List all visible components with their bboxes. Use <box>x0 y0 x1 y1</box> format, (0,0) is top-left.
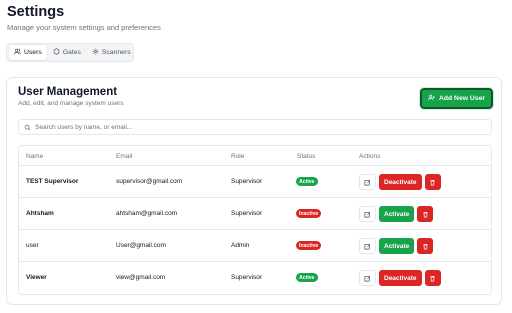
column-header-email: Email <box>116 153 133 160</box>
trash-icon <box>422 237 429 255</box>
table-header: Name Email Role Status Actions <box>19 146 491 166</box>
page-title: Settings <box>7 4 65 20</box>
edit-icon <box>364 173 371 191</box>
activate-button[interactable]: Activate <box>379 206 415 222</box>
edit-button[interactable] <box>359 174 376 190</box>
tab-gates-label: Gates <box>62 49 81 56</box>
page-subtitle: Manage your system settings and preferen… <box>7 23 161 32</box>
column-header-status: Status <box>297 153 316 160</box>
delete-button[interactable] <box>417 237 434 255</box>
row-actions: Activate <box>359 237 434 255</box>
user-email: supervisor@gmail.com <box>116 178 183 185</box>
tab-users[interactable]: Users <box>9 45 47 60</box>
delete-button[interactable] <box>424 269 441 287</box>
user-name: Viewer <box>26 274 47 281</box>
search-input[interactable] <box>35 123 475 131</box>
delete-button[interactable] <box>424 173 441 191</box>
user-email: User@gmail.com <box>116 242 166 249</box>
users-table: Name Email Role Status Actions TEST Supe… <box>18 145 492 295</box>
user-name: Ahtsham <box>26 210 54 217</box>
add-new-user-label: Add New User <box>438 95 486 102</box>
user-role: Supervisor <box>231 274 263 281</box>
table-row: Viewer view@gmail.com Supervisor Active … <box>19 262 491 294</box>
delete-button[interactable] <box>417 205 434 223</box>
row-actions: Activate <box>359 205 434 223</box>
tab-gates[interactable]: Gates <box>48 45 86 60</box>
search-icon <box>24 118 31 136</box>
user-role: Supervisor <box>231 210 263 217</box>
users-icon <box>14 48 21 57</box>
add-new-user-button[interactable]: Add New User <box>419 87 494 110</box>
row-actions: Deactivate <box>359 174 441 190</box>
tab-scanners-label: Scanners <box>101 49 131 56</box>
status-badge: Active <box>296 273 318 282</box>
trash-icon <box>422 205 429 223</box>
edit-icon <box>364 237 371 255</box>
gate-icon <box>53 48 60 57</box>
deactivate-button[interactable]: Deactivate <box>379 174 422 190</box>
edit-button[interactable] <box>359 270 376 286</box>
user-management-card: User Management Add, edit, and manage sy… <box>6 77 502 305</box>
user-plus-icon <box>428 94 435 103</box>
search-box <box>18 119 492 135</box>
edit-button[interactable] <box>359 206 376 222</box>
edit-icon <box>364 205 371 223</box>
user-name: user <box>26 242 39 249</box>
table-row: Ahtsham ahtsham@gmail.com Supervisor Ina… <box>19 198 491 230</box>
user-role: Supervisor <box>231 178 263 185</box>
table-row: TEST Supervisor supervisor@gmail.com Sup… <box>19 166 491 198</box>
table-row: user User@gmail.com Admin Inactive Activ… <box>19 230 491 262</box>
deactivate-button[interactable]: Deactivate <box>379 270 422 286</box>
tab-users-label: Users <box>24 49 42 56</box>
card-subtitle: Add, edit, and manage system users <box>18 100 124 107</box>
column-header-name: Name <box>26 153 44 160</box>
edit-icon <box>364 269 371 287</box>
activate-button[interactable]: Activate <box>379 238 415 254</box>
status-badge: Inactive <box>296 209 322 218</box>
column-header-role: Role <box>231 153 245 160</box>
column-header-actions: Actions <box>359 153 381 160</box>
user-role: Admin <box>231 242 250 249</box>
card-title: User Management <box>18 86 118 98</box>
row-actions: Deactivate <box>359 270 441 286</box>
status-badge: Inactive <box>296 241 322 250</box>
status-badge: Active <box>296 177 318 186</box>
edit-button[interactable] <box>359 238 376 254</box>
settings-tabs: Users Gates Scanners <box>6 43 134 62</box>
user-email: ahtsham@gmail.com <box>116 210 178 217</box>
gear-icon <box>92 48 99 57</box>
trash-icon <box>429 173 436 191</box>
tab-scanners[interactable]: Scanners <box>87 45 136 60</box>
trash-icon <box>429 269 436 287</box>
user-name: TEST Supervisor <box>26 178 79 185</box>
user-email: view@gmail.com <box>116 274 166 281</box>
